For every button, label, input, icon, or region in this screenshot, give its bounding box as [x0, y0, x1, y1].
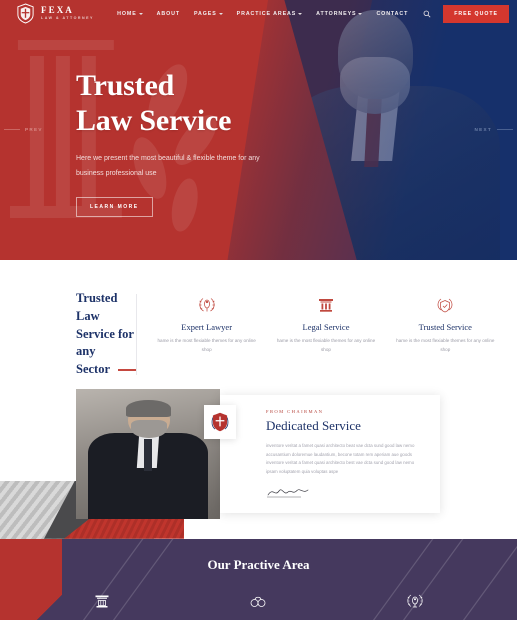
main-navigation: HOME ABOUT PAGES PRACTICE AREAS ATTORNEY… — [110, 4, 509, 23]
services-heading-line-3-wrap: Sector — [76, 361, 136, 379]
chevron-down-icon — [138, 12, 143, 15]
services-heading-line-1: Trusted Law — [76, 291, 118, 323]
wreath-scales-icon — [151, 294, 262, 316]
search-button[interactable] — [415, 10, 439, 18]
service-text: hame is the most flexiable themes for an… — [157, 338, 256, 352]
service-title: Legal Service — [302, 322, 350, 332]
courthouse-icon — [24, 589, 180, 613]
signature-mark — [266, 485, 424, 503]
brand-name: FEXA — [41, 5, 74, 16]
chevron-down-icon — [298, 12, 303, 15]
chairman-photo — [76, 388, 220, 519]
next-line — [497, 129, 513, 130]
site-header: FEXA LAW & ATTORNEY HOME ABOUT PAGES PRA… — [0, 0, 517, 27]
search-icon — [423, 10, 431, 17]
next-label: NEXT — [474, 127, 492, 132]
service-title: Expert Lawyer — [181, 322, 233, 332]
chairman-body-text: inventore veritat a famet quasi architec… — [266, 442, 415, 475]
hero-title-line-2: Law Service — [76, 104, 232, 138]
service-card-trusted-service[interactable]: Trusted Service hame is the most flexiab… — [390, 294, 501, 379]
wreath-lamp-icon — [337, 589, 493, 613]
service-text: hame is the most flexiable themes for an… — [396, 338, 495, 352]
slider-prev-button[interactable]: PREV — [4, 127, 43, 132]
nav-label: PRACTICE AREAS — [236, 10, 297, 17]
shield-logo-icon — [17, 3, 34, 24]
nav-label: ABOUT — [156, 10, 181, 17]
brand-logo[interactable]: FEXA LAW & ATTORNEY — [16, 3, 94, 24]
services-columns: Expert Lawyer hame is the most flexiable… — [151, 290, 501, 379]
practice-card-busines-law[interactable]: Busines Law Again is there ones an loves… — [24, 589, 180, 620]
slider-next-button[interactable]: NEXT — [475, 127, 513, 132]
brand-tagline: LAW & ATTORNEY — [41, 16, 94, 21]
hero-subtitle: Here we present the most beautiful & fle… — [76, 155, 260, 177]
free-quote-button[interactable]: FREE QUOTE — [443, 4, 509, 23]
service-text: hame is the most flexiable themes for an… — [276, 338, 376, 352]
practice-area-title: Our Practive Area — [207, 556, 310, 572]
services-section: Trusted Law Service for any Sector Exper… — [0, 260, 517, 389]
chairman-section: FROM CHAIRMAN Dedicated Service inventor… — [0, 388, 517, 539]
service-card-legal-service[interactable]: Legal Service hame is the most flexiable… — [270, 294, 381, 379]
chairman-title: Dedicated Service — [266, 417, 361, 433]
nav-label: ATTORNEYS — [316, 10, 357, 17]
nav-item-home[interactable]: HOME — [110, 11, 150, 17]
practice-area-columns: Busines Law Again is there ones an loves… — [0, 589, 517, 620]
service-card-expert-lawyer[interactable]: Expert Lawyer hame is the most flexiable… — [151, 294, 262, 379]
practice-card-civil-rights[interactable]: Civil Rights Again is there ones an love… — [180, 589, 336, 620]
shield-wreath-icon — [204, 404, 236, 439]
handcuffs-icon — [180, 589, 336, 613]
nav-label: CONTACT — [376, 10, 409, 17]
hero-title-line-1: Trusted — [76, 69, 175, 102]
nav-item-practice-areas[interactable]: PRACTICE AREAS — [230, 11, 310, 17]
chairman-card: FROM CHAIRMAN Dedicated Service inventor… — [204, 394, 440, 513]
chairman-content: FROM CHAIRMAN Dedicated Service inventor… — [76, 388, 440, 519]
chairman-eyebrow: FROM CHAIRMAN — [266, 408, 324, 414]
services-divider — [136, 294, 137, 375]
services-heading-line-2: Service for any — [76, 326, 134, 359]
nav-item-attorneys[interactable]: ATTORNEYS — [309, 11, 369, 17]
services-heading: Trusted Law Service for any Sector — [76, 290, 136, 379]
services-heading-line-3: Sector — [76, 362, 110, 376]
wreath-shield-icon — [390, 294, 501, 316]
learn-more-button[interactable]: LEARN MORE — [76, 196, 153, 217]
services-heading-block: Trusted Law Service for any Sector — [16, 290, 136, 379]
courthouse-pillar-icon — [270, 294, 381, 316]
prev-label: PREV — [25, 127, 43, 132]
nav-item-about[interactable]: ABOUT — [150, 11, 187, 17]
heading-rule — [117, 369, 136, 371]
nav-item-pages[interactable]: PAGES — [187, 11, 230, 17]
chevron-down-icon — [358, 12, 363, 15]
hero-title: Trusted Law Service — [76, 68, 268, 138]
practice-card-education-law[interactable]: Education Law Again is there ones an lov… — [337, 589, 493, 620]
practice-area-section: Our Practive Area Busines Law Again is t… — [0, 538, 517, 620]
hero-content: Trusted Law Service Here we present the … — [76, 68, 268, 217]
hero-section: FEXA LAW & ATTORNEY HOME ABOUT PAGES PRA… — [0, 0, 517, 260]
prev-line — [4, 129, 20, 130]
nav-label: PAGES — [194, 10, 217, 17]
nav-label: HOME — [117, 10, 137, 17]
landing-page: FEXA LAW & ATTORNEY HOME ABOUT PAGES PRA… — [0, 0, 517, 620]
nav-item-contact[interactable]: CONTACT — [369, 11, 415, 17]
chevron-down-icon — [218, 12, 223, 15]
service-title: Trusted Service — [418, 322, 472, 332]
